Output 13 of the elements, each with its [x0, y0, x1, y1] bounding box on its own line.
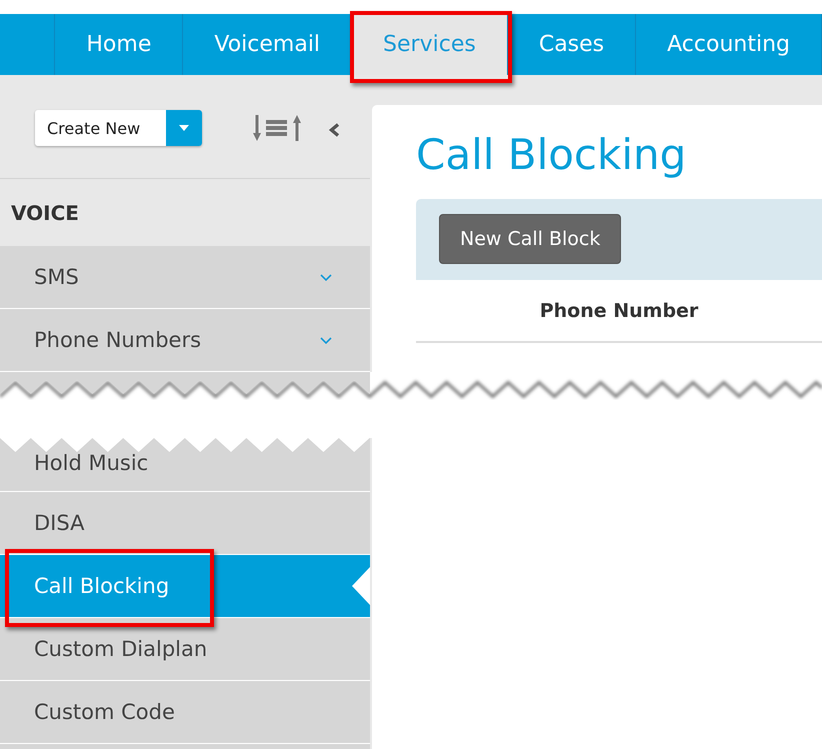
sidebar-item[interactable]: Hold Music [0, 452, 370, 492]
chevron-left-icon[interactable] [328, 122, 340, 136]
section-heading: VOICE [10, 200, 80, 226]
create-new-button[interactable]: Create New [35, 110, 166, 146]
caret-down-icon [179, 125, 189, 131]
sidebar-item[interactable]: Phone Numbers [0, 309, 370, 372]
dropdown-button[interactable] [166, 110, 202, 146]
sidebar-item[interactable]: SMS [0, 246, 370, 309]
new-call-block-button[interactable]: New Call Block [439, 214, 622, 264]
selection-pointer-icon [352, 567, 370, 605]
sort-icon[interactable] [253, 115, 302, 141]
column-header: Phone Number [416, 280, 822, 343]
page-title: Call Blocking [416, 130, 688, 180]
